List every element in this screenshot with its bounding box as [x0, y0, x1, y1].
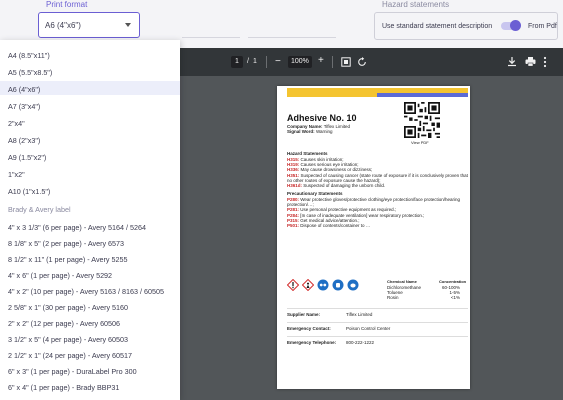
chem-header-conc: Concentration: [439, 279, 467, 284]
pdf-viewer: 1 / 1 − 100% + Adhesive No. 10 Company N…: [180, 48, 563, 400]
pdf-toolbar: 1 / 1 − 100% +: [180, 48, 563, 76]
statement-line: P501: Dispose of contents/container to …: [287, 223, 370, 228]
respirator-icon: [347, 279, 359, 291]
statement-text: Suspected of damaging the unborn child.: [303, 183, 386, 188]
header-stripe-yellow-short: [287, 93, 377, 97]
more-icon[interactable]: [543, 56, 547, 68]
divider: [287, 308, 468, 309]
page-current: 1: [235, 58, 239, 65]
exclamation-pictogram-icon: [287, 279, 299, 291]
format-option[interactable]: A7 (3"x4"): [8, 102, 40, 111]
statement-code: P501:: [287, 223, 301, 228]
rotate-icon[interactable]: [357, 57, 367, 67]
print-icon[interactable]: [525, 56, 536, 67]
label-option[interactable]: 6" x 3" (1 per page) - DuraLabel Pro 300: [8, 367, 137, 376]
toolbar-divider: [332, 56, 333, 68]
label-option[interactable]: 3 1/2" x 5" (4 per page) - Avery 60503: [8, 335, 128, 344]
print-format-select[interactable]: A6 (4"x6"): [38, 12, 140, 38]
label-option[interactable]: 4" x 6" (1 per page) - Avery 5292: [8, 271, 112, 280]
view-pdf-link[interactable]: View PDF: [411, 140, 429, 145]
statement-line: H361d: Suspected of damaging the unborn …: [287, 183, 385, 188]
format-option[interactable]: 2"x4": [8, 119, 25, 128]
label-option[interactable]: 2 1/2" x 1" (24 per page) - Avery 60517: [8, 351, 132, 360]
option-field[interactable]: [182, 14, 240, 38]
format-option[interactable]: A10 (1"x1.5"): [8, 187, 50, 196]
download-icon[interactable]: [507, 56, 517, 67]
eye-protection-icon: [317, 279, 329, 291]
gloves-icon: [332, 279, 344, 291]
toggle-knob: [510, 20, 521, 31]
health-hazard-pictogram-icon: [302, 279, 314, 291]
phone-key: Emergency Telephone:: [287, 340, 337, 345]
pdf-page: Adhesive No. 10 Company Name: Tiflex Lim…: [277, 86, 470, 389]
label-option[interactable]: 2 5/8" x 1" (30 per page) - Avery 5160: [8, 303, 128, 312]
divider: [287, 336, 468, 337]
chem-header-name: Chemical Name: [387, 279, 417, 284]
statement-text: Dispose of contents/container to …: [300, 223, 371, 228]
standard-statement-label: Use standard statement description: [382, 23, 493, 30]
format-option[interactable]: 1"x2": [8, 170, 25, 179]
format-option[interactable]: A5 (5.5"x8.5"): [8, 68, 52, 77]
zoom-in-button[interactable]: +: [318, 55, 324, 66]
emergency-value: Poison Control Center: [346, 326, 391, 331]
toolbar-divider: [266, 56, 267, 68]
format-option[interactable]: A9 (1.5"x2"): [8, 153, 46, 162]
statement-text: Wear protective gloves/protective clothi…: [300, 197, 461, 202]
from-pdf-label: From Pdf: [528, 23, 557, 30]
format-option[interactable]: A4 (8.5"x11"): [8, 51, 50, 60]
phone-value: 800-222-1222: [346, 340, 375, 345]
label-option[interactable]: 2" x 2" (12 per page) - Avery 60506: [8, 319, 120, 328]
fit-page-icon[interactable]: [341, 57, 351, 67]
supplier-value: Tiflex Limited: [346, 312, 373, 317]
emergency-key: Emergency Contact:: [287, 326, 331, 331]
chemical-name: Rosin: [387, 295, 399, 301]
label-option[interactable]: 6" x 4" (1 per page) - Brady BBP31: [8, 383, 119, 392]
signal-key: Signal Word:: [287, 129, 315, 134]
page-total: 1: [253, 58, 257, 65]
chemical-concentration: <1%: [450, 295, 460, 301]
signal-line: Signal Word: Warning: [287, 129, 333, 134]
product-title: Adhesive No. 10: [287, 113, 357, 123]
hazard-statements-option: Use standard statement description From …: [374, 12, 558, 40]
label-option[interactable]: 4" x 2" (10 per page) - Avery 5163 / 816…: [8, 287, 164, 296]
format-option[interactable]: A8 (2"x3"): [8, 136, 40, 145]
option-group-label: Brady & Avery label: [8, 205, 71, 214]
print-format-label: Print format: [46, 0, 88, 9]
format-option[interactable]: A6 (4"x6"): [8, 85, 40, 94]
option-field[interactable]: [248, 14, 336, 38]
hazard-heading: Hazard Statements: [287, 151, 328, 156]
statement-code: H361d:: [287, 183, 304, 188]
label-option[interactable]: 4" x 3 1/3" (6 per page) - Avery 5164 / …: [8, 223, 146, 232]
signal-value: Warning: [315, 129, 333, 134]
qr-code-icon[interactable]: [404, 102, 440, 138]
label-option[interactable]: 8 1/2" x 11" (1 per page) - Avery 5255: [8, 255, 128, 264]
label-option[interactable]: 8 1/8" x 5" (2 per page) - Avery 6573: [8, 239, 124, 248]
zoom-out-button[interactable]: −: [275, 56, 281, 67]
hazard-source-toggle[interactable]: [501, 20, 521, 31]
zoom-value: 100%: [291, 58, 309, 65]
page-separator: /: [247, 58, 249, 65]
divider: [287, 322, 468, 323]
supplier-key: Supplier Name:: [287, 312, 321, 317]
print-format-value: A6 (4"x6"): [45, 21, 81, 30]
hazard-statements-label: Hazard statements: [382, 0, 450, 9]
precaution-heading: Precautionary Statements: [287, 191, 343, 196]
print-format-dropdown: A4 (8.5"x11") A5 (5.5"x8.5") A6 (4"x6") A7 …: [0, 40, 180, 400]
caret-up-icon: [125, 23, 131, 27]
